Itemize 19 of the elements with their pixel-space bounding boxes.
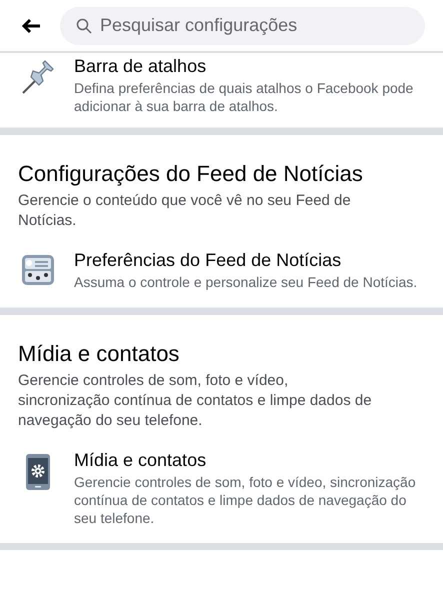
section-title: Configurações do Feed de Notícias — [18, 161, 364, 187]
item-title: Barra de atalhos — [74, 55, 208, 77]
search-icon — [76, 18, 92, 34]
feed-settings-icon — [21, 253, 55, 287]
item-title: Preferências do Feed de Notícias — [74, 249, 342, 271]
item-description: Assuma o controle e personalize seu Feed de Notícias. — [74, 273, 418, 291]
section-description: Gerencie o conteúdo que você vê no seu Feed de Notícias. — [18, 191, 352, 231]
item-description: Gerencie controles de som, foto e vídeo, sincronização contínua de contatos e limpe dados de navegação do seu telefone. — [74, 473, 417, 527]
item-title: Mídia e contatos — [74, 449, 208, 471]
back-arrow-icon — [21, 18, 41, 34]
item-description: Defina preferências de quais atalhos o Facebook pode adicionar à sua barra de atalhos. — [74, 79, 414, 115]
section-description: Gerencie controles de som, foto e vídeo, sincronização contínua de contatos e limpe dados de navegação do seu telefone. — [18, 371, 373, 431]
settings-item[interactable]: Preferências do Feed de Notícias Assuma o controle e personalize seu Feed de Notícias. — [0, 235, 443, 307]
search-bar[interactable]: Pesquisar configurações — [60, 6, 425, 44]
settings-item[interactable]: Barra de atalhos Defina preferências de quais atalhos o Facebook pode adicionar à sua barra de atalhos. — [0, 53, 443, 127]
settings-item[interactable]: Mídia e contatos Gerencie controles de som, foto e vídeo, sincronização contínua de contatos e limpe dados de navegação do seu telefone. — [0, 435, 443, 543]
phone-gear-icon — [25, 453, 51, 491]
search-field[interactable]: Pesquisar configurações — [100, 12, 409, 39]
section-title: Mídia e contatos — [18, 341, 180, 367]
